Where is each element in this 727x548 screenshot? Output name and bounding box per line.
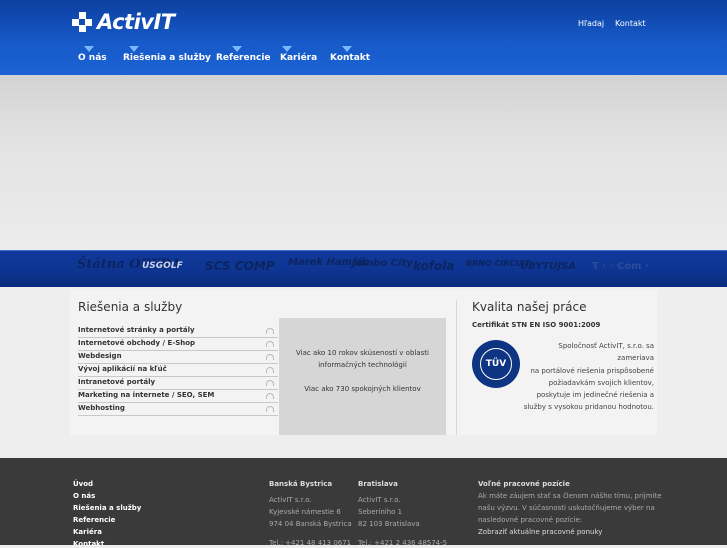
nav-marker-icon	[129, 46, 139, 52]
footer-ba-company: ActivIT s.r.o.	[358, 496, 401, 504]
footer-link-riesenia[interactable]: Riešenia a služby	[73, 504, 141, 512]
service-label: Vývoj aplikácií na kľúč	[78, 365, 167, 373]
client-logo-ubytujsa[interactable]: UBYTUJSA	[520, 261, 576, 272]
client-logo-tcom[interactable]: T · · Com ·	[592, 261, 649, 272]
service-label: Intranetové portály	[78, 378, 156, 386]
nav-label: Kontakt	[330, 53, 371, 63]
signal-icon	[266, 328, 274, 334]
footer-link-o-nas[interactable]: O nás	[73, 492, 95, 500]
footer-bb-street: Kyjevské námestie 6	[269, 508, 341, 516]
nav-label: Kariéra	[280, 53, 318, 63]
footer-bb-tel: Tel.: +421 48 413 0671	[269, 539, 352, 547]
client-logo-scs[interactable]: SCS COMP	[205, 259, 275, 273]
quality-line: na portálové riešenia prispôsobené	[530, 366, 654, 375]
service-item[interactable]: Intranetové portály	[78, 377, 278, 390]
footer-bb-company: ActivIT s.r.o.	[269, 496, 312, 504]
logo-icon	[72, 12, 92, 32]
search-link[interactable]: Hľadaj	[578, 19, 604, 28]
service-label: Internetové stránky a portály	[78, 326, 195, 334]
signal-icon	[266, 393, 274, 399]
service-item[interactable]: Marketing na internete / SEO, SEM	[78, 390, 278, 403]
quality-line: požiadavkám svojich klientov,	[548, 378, 654, 387]
service-item[interactable]: Internetové stránky a portály	[78, 325, 278, 338]
footer-ba-tel: Tel.: +421 2 436 48574-5	[358, 539, 448, 547]
footer-link-kontakt[interactable]: Kontakt	[73, 540, 104, 548]
footer-bb-city: Banská Bystrica	[269, 480, 333, 488]
quality-line: služby s vysokou pridanou hodnotou.	[523, 403, 654, 412]
client-logo-jumbo[interactable]: Jumbo City	[352, 258, 413, 269]
contact-link[interactable]: Kontakt	[615, 19, 646, 28]
footer-jobs-line: nasledovné pracovné pozície:	[478, 516, 583, 524]
nav-marker-icon	[232, 46, 242, 52]
nav-label: Referencie	[216, 53, 271, 63]
services-title: Riešenia a služby	[78, 300, 183, 314]
nav-item-kariera[interactable]: Kariéra	[280, 46, 318, 63]
quality-line: Spoločnosť ActivIT, s.r.o. sa zameriava	[558, 342, 654, 363]
footer-jobs-line: Ak máte záujem stať sa členom nášho tímu…	[478, 492, 662, 500]
service-label: Webdesign	[78, 352, 122, 360]
footer-jobs-title: Voľné pracovné pozície	[478, 480, 570, 488]
footer-jobs-link[interactable]: Zobraziť aktuálne pracovné ponuky	[478, 528, 602, 536]
quality-description: Spoločnosť ActivIT, s.r.o. sa zameriava …	[520, 340, 654, 414]
client-logo-usgolf[interactable]: USGOLF	[142, 261, 183, 271]
nav-marker-icon	[84, 46, 94, 52]
logo[interactable]: ActivIT	[72, 9, 175, 35]
quality-title: Kvalita našej práce	[472, 300, 587, 314]
client-logo-strip: Štátna OPERA USGOLF SCS COMP Marek Hamší…	[0, 250, 727, 287]
signal-icon	[266, 367, 274, 373]
service-item[interactable]: Internetové obchody / E-Shop	[78, 338, 278, 351]
nav-marker-icon	[342, 46, 352, 52]
quality-line: poskytuje im jedinečné riešenia a	[536, 391, 654, 400]
tuv-badge-text: TÜV	[480, 348, 512, 380]
stat-experience-2: informačných technológií	[318, 361, 407, 369]
nav-marker-icon	[282, 46, 292, 52]
services-list: Internetové stránky a portály Internetov…	[78, 325, 278, 416]
logo-text: ActivIT	[97, 10, 175, 34]
certificate-label: Certifikát STN EN ISO 9001:2009	[472, 321, 601, 329]
service-item[interactable]: Vývoj aplikácií na kľúč	[78, 364, 278, 377]
signal-icon	[266, 341, 274, 347]
service-item[interactable]: Webdesign	[78, 351, 278, 364]
footer-link-kariera[interactable]: Kariéra	[73, 528, 102, 536]
stat-clients: Viac ako 730 spokojných klientov	[304, 385, 421, 393]
service-label: Marketing na internete / SEO, SEM	[78, 391, 215, 399]
signal-icon	[266, 406, 274, 412]
signal-icon	[266, 354, 274, 360]
tuv-badge-icon: TÜV	[472, 340, 520, 388]
footer-link-uvod[interactable]: Úvod	[73, 480, 93, 488]
footer-ba-zip: 82 103 Bratislava	[358, 520, 420, 528]
column-divider	[456, 300, 457, 435]
footer-bb-zip: 974 04 Banská Bystrica	[269, 520, 352, 528]
nav-label: O nás	[78, 53, 107, 63]
service-item[interactable]: Webhosting	[78, 403, 278, 416]
nav-item-kontakt[interactable]: Kontakt	[330, 46, 371, 63]
service-label: Internetové obchody / E-Shop	[78, 339, 196, 347]
service-label: Webhosting	[78, 404, 125, 412]
nav-item-riesenia[interactable]: Riešenia a služby	[123, 46, 211, 63]
footer-ba-street: Seberíniho 1	[358, 508, 403, 516]
main-nav: O nás Riešenia a služby Referencie Karié…	[0, 46, 727, 75]
hero-banner	[0, 75, 727, 250]
stat-experience: Viac ako 10 rokov skúseností v oblasti	[296, 349, 429, 357]
nav-item-referencie[interactable]: Referencie	[216, 46, 271, 63]
signal-icon	[266, 380, 274, 386]
nav-label: Riešenia a služby	[123, 53, 211, 63]
footer-jobs-line: našu výzvu. V súčasnosti uskutočňujeme v…	[478, 504, 655, 512]
footer-ba-city: Bratislava	[358, 480, 398, 488]
footer-link-referencie[interactable]: Referencie	[73, 516, 115, 524]
nav-item-o-nas[interactable]: O nás	[78, 46, 107, 63]
stats-box: Viac ako 10 rokov skúseností v oblasti i…	[279, 318, 446, 435]
site-header: ActivIT Hľadaj Kontakt O nás Riešenia a …	[0, 0, 727, 75]
client-logo-kofola[interactable]: kofola	[413, 259, 454, 273]
